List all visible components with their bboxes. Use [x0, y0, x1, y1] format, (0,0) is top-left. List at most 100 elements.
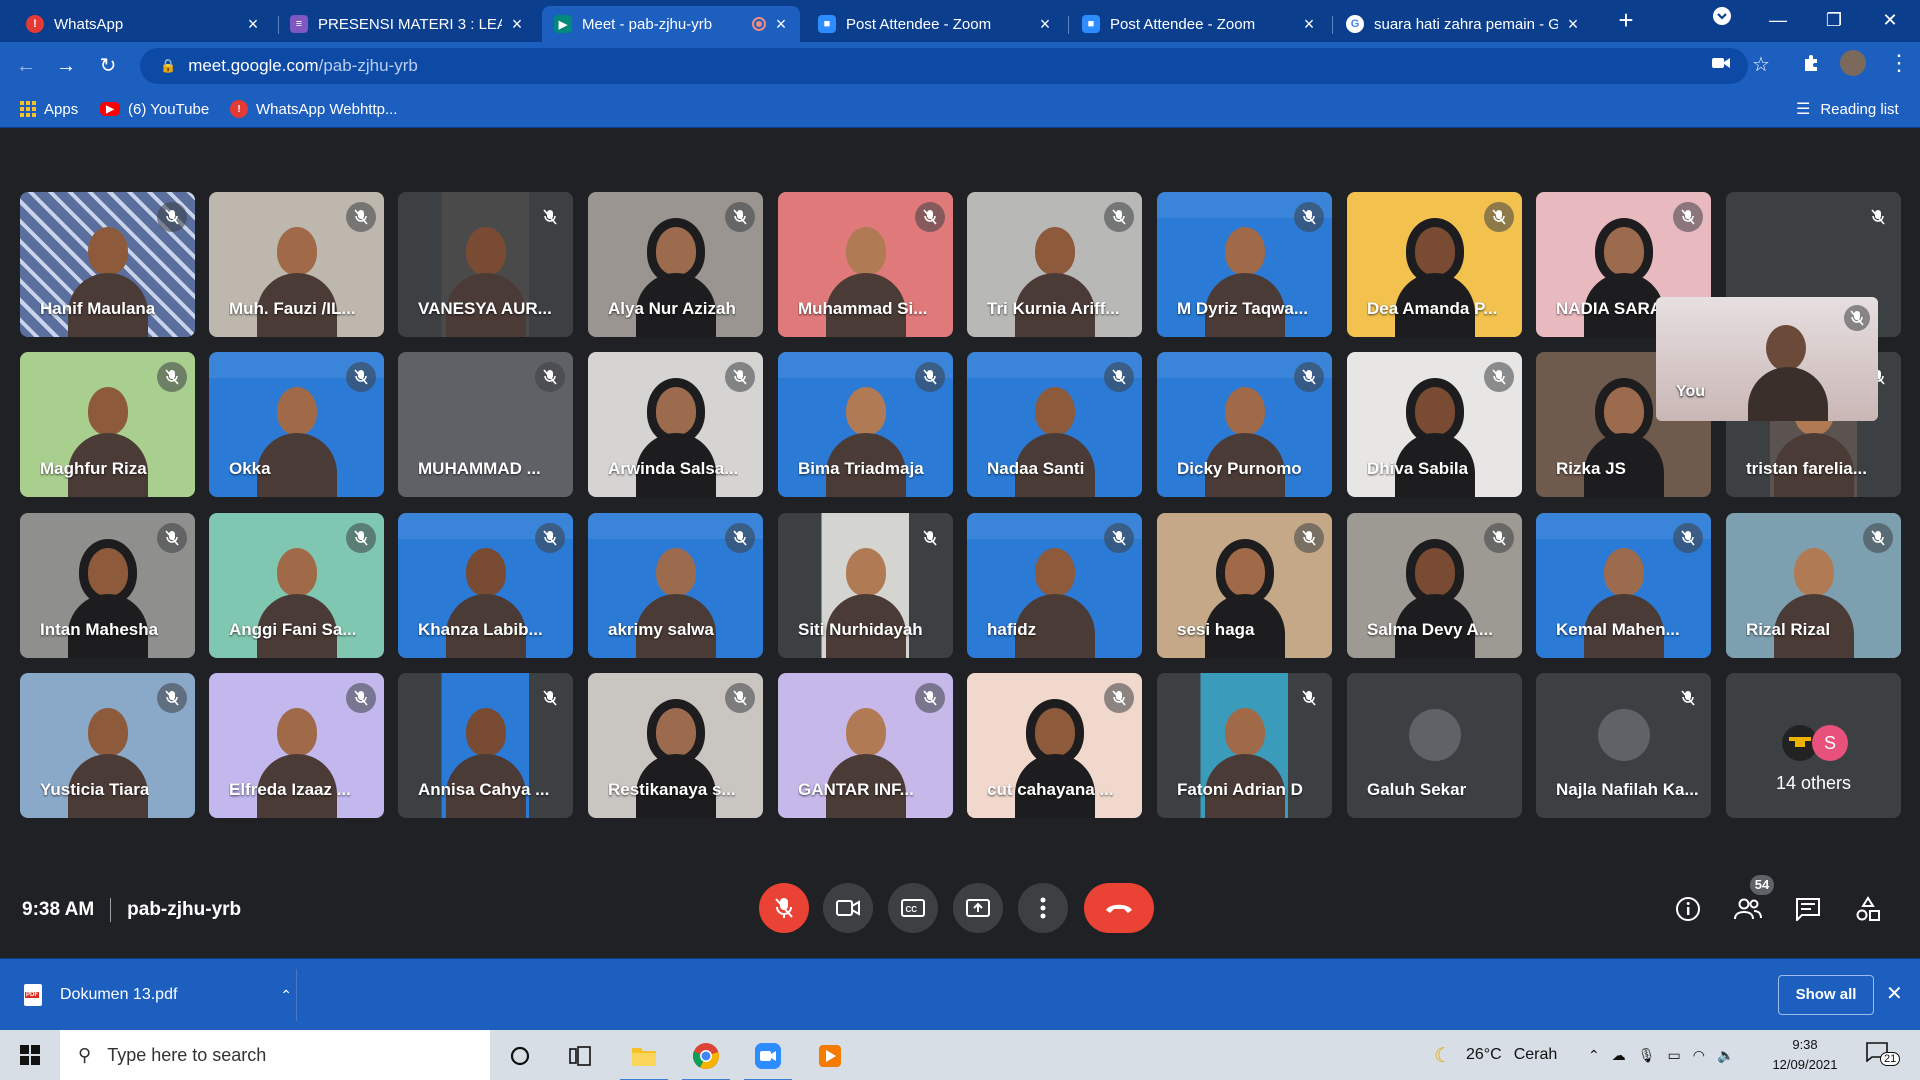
- onedrive-icon[interactable]: ☁: [1612, 1047, 1626, 1064]
- tab-search-button[interactable]: [1700, 4, 1744, 36]
- bookmark-whatsapp[interactable]: ! WhatsApp Webhttp...: [230, 97, 397, 121]
- participant-tile[interactable]: Najla Nafilah Ka...: [1536, 673, 1711, 818]
- close-icon[interactable]: ×: [244, 14, 262, 35]
- participant-tile[interactable]: Nadaa Santi: [967, 352, 1142, 497]
- captions-button[interactable]: CC: [888, 883, 938, 933]
- tab-meet[interactable]: ▶ Meet - pab-zjhu-yrb ×: [542, 6, 800, 42]
- participant-tile[interactable]: Hanif Maulana: [20, 192, 195, 337]
- participant-tile[interactable]: GANTAR INF...: [778, 673, 953, 818]
- battery-icon[interactable]: ▭: [1668, 1047, 1681, 1064]
- participant-tile[interactable]: hafidz: [967, 513, 1142, 658]
- participant-tile[interactable]: Muh. Fauzi /IL...: [209, 192, 384, 337]
- mic-off-icon: [1673, 202, 1703, 232]
- restore-button[interactable]: ❐: [1812, 4, 1856, 36]
- weather-widget[interactable]: ☾ 26°C Cerah: [1434, 1030, 1557, 1080]
- more-options-button[interactable]: [1018, 883, 1068, 933]
- bookmark-apps[interactable]: Apps: [20, 97, 78, 121]
- chrome-icon[interactable]: [682, 1036, 730, 1080]
- participant-tile[interactable]: M Dyriz Taqwa...: [1157, 192, 1332, 337]
- back-button[interactable]: ←: [10, 50, 42, 82]
- others-tile[interactable]: S 14 others: [1726, 673, 1901, 818]
- meeting-code[interactable]: pab-zjhu-yrb: [127, 899, 241, 921]
- participant-tile[interactable]: Kemal Mahen...: [1536, 513, 1711, 658]
- participant-tile[interactable]: Khanza Labib...: [398, 513, 573, 658]
- participant-tile[interactable]: Yusticia Tiara: [20, 673, 195, 818]
- reading-list-button[interactable]: ☰ Reading list: [1796, 97, 1899, 121]
- camera-toggle-button[interactable]: [823, 883, 873, 933]
- forward-button[interactable]: →: [50, 50, 82, 82]
- bookmark-youtube[interactable]: ▶ (6) YouTube: [100, 97, 209, 121]
- extensions-icon[interactable]: [1802, 54, 1820, 77]
- people-button[interactable]: [1732, 893, 1764, 925]
- participant-tile[interactable]: Siti Nurhidayah: [778, 513, 953, 658]
- microphone-icon[interactable]: 🎙: [1638, 1047, 1656, 1064]
- leave-call-button[interactable]: [1084, 883, 1154, 933]
- download-item[interactable]: Dokumen 13.pdf ⌃: [24, 977, 294, 1013]
- address-bar[interactable]: 🔒 meet.google.com/pab-zjhu-yrb: [140, 48, 1748, 84]
- close-window-button[interactable]: ✕: [1868, 4, 1912, 36]
- tab-presensi[interactable]: ≡ PRESENSI MATERI 3 : LEADERSHIP ×: [278, 6, 536, 42]
- close-icon[interactable]: ×: [772, 14, 790, 35]
- close-icon[interactable]: ×: [1564, 14, 1582, 35]
- new-tab-button[interactable]: +: [1604, 4, 1648, 36]
- participant-tile[interactable]: Okka: [209, 352, 384, 497]
- present-screen-button[interactable]: [953, 883, 1003, 933]
- participant-tile[interactable]: Arwinda Salsa...: [588, 352, 763, 497]
- notification-center-icon[interactable]: 21: [1866, 1042, 1901, 1068]
- task-view-icon[interactable]: [556, 1036, 604, 1076]
- participant-tile[interactable]: sesi haga: [1157, 513, 1332, 658]
- tab-whatsapp[interactable]: ! WhatsApp ×: [14, 6, 272, 42]
- participant-tile[interactable]: Maghfur Riza: [20, 352, 195, 497]
- close-icon[interactable]: ×: [1300, 14, 1318, 35]
- bookmark-star-icon[interactable]: ☆: [1752, 52, 1770, 77]
- tab-zoom-2[interactable]: ■ Post Attendee - Zoom ×: [1070, 6, 1328, 42]
- participant-tile[interactable]: Galuh Sekar: [1347, 673, 1522, 818]
- mic-toggle-button[interactable]: [759, 883, 809, 933]
- participant-tile[interactable]: Dhiva Sabila: [1347, 352, 1522, 497]
- participant-tile[interactable]: Restikanaya s...: [588, 673, 763, 818]
- profile-avatar[interactable]: [1840, 50, 1866, 76]
- chevron-up-icon[interactable]: ⌃: [280, 987, 292, 1004]
- cortana-icon[interactable]: [496, 1036, 544, 1076]
- chat-button[interactable]: [1792, 893, 1824, 925]
- volume-icon[interactable]: 🔈: [1717, 1047, 1734, 1064]
- close-icon[interactable]: ×: [508, 14, 526, 35]
- file-explorer-icon[interactable]: [620, 1036, 668, 1080]
- participant-tile[interactable]: Dea Amanda P...: [1347, 192, 1522, 337]
- show-all-downloads-button[interactable]: Show all: [1778, 975, 1874, 1015]
- participant-tile[interactable]: Bima Triadmaja: [778, 352, 953, 497]
- close-icon[interactable]: ✕: [1886, 981, 1903, 1006]
- media-player-icon[interactable]: [806, 1036, 854, 1076]
- close-icon[interactable]: ×: [1036, 14, 1054, 35]
- participant-tile[interactable]: akrimy salwa: [588, 513, 763, 658]
- participant-tile[interactable]: Fatoni Adrian D: [1157, 673, 1332, 818]
- participant-tile[interactable]: Intan Mahesha: [20, 513, 195, 658]
- chevron-up-icon[interactable]: ⌃: [1588, 1047, 1600, 1064]
- zoom-icon[interactable]: [744, 1036, 792, 1080]
- minimize-button[interactable]: —: [1756, 4, 1800, 36]
- participant-tile[interactable]: Elfreda Izaaz ...: [209, 673, 384, 818]
- activities-button[interactable]: [1852, 893, 1884, 925]
- participant-tile[interactable]: Rizal Rizal: [1726, 513, 1901, 658]
- tab-google-search[interactable]: G suara hati zahra pemain - Google Searc…: [1334, 6, 1592, 42]
- participant-tile[interactable]: Dicky Purnomo: [1157, 352, 1332, 497]
- browser-menu-icon[interactable]: ⋮: [1888, 50, 1910, 76]
- participant-tile[interactable]: Salma Devy A...: [1347, 513, 1522, 658]
- windows-start-icon[interactable]: [10, 1040, 50, 1070]
- wifi-icon[interactable]: ◠: [1693, 1047, 1705, 1064]
- system-clock[interactable]: 9:38 12/09/2021: [1760, 1035, 1850, 1075]
- participant-tile[interactable]: Alya Nur Azizah: [588, 192, 763, 337]
- participant-tile[interactable]: Anggi Fani Sa...: [209, 513, 384, 658]
- participant-tile[interactable]: cut cahayana ...: [967, 673, 1142, 818]
- participant-tile[interactable]: Muhammad Si...: [778, 192, 953, 337]
- participant-tile[interactable]: MUHAMMAD ...: [398, 352, 573, 497]
- self-view[interactable]: You: [1656, 297, 1878, 421]
- participant-tile[interactable]: VANESYA AUR...: [398, 192, 573, 337]
- taskbar-search-box[interactable]: ⚲ Type here to search: [60, 1030, 490, 1080]
- participant-tile[interactable]: Tri Kurnia Ariff...: [967, 192, 1142, 337]
- tab-zoom-1[interactable]: ■ Post Attendee - Zoom ×: [806, 6, 1064, 42]
- camera-in-use-icon[interactable]: [1712, 54, 1730, 75]
- reload-button[interactable]: ↻: [92, 50, 124, 82]
- meeting-details-button[interactable]: [1672, 893, 1704, 925]
- participant-tile[interactable]: Annisa Cahya ...: [398, 673, 573, 818]
